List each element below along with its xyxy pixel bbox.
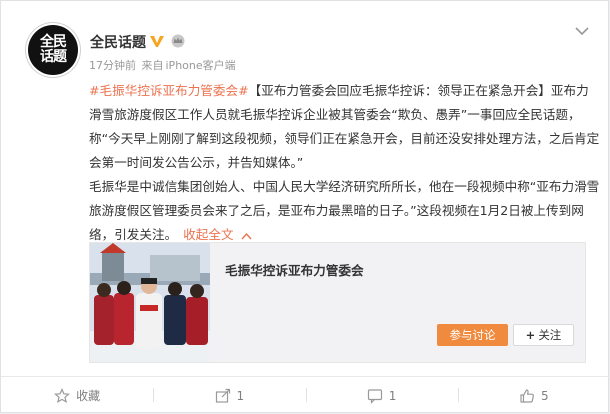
collapse-label: 收起全文 [183, 227, 234, 242]
join-discussion-button[interactable]: 参与讨论 [437, 324, 508, 346]
post-headline: 【亚布力管委会回应毛振华控诉：领导正在紧急开会】 [248, 83, 551, 98]
action-bar: 收藏 1 1 5 [1, 376, 610, 414]
chevron-up-icon [241, 232, 252, 239]
favorite-label: 收藏 [76, 389, 101, 403]
author-name[interactable]: 全民话题 [90, 32, 146, 52]
comment-button[interactable]: 1 [305, 377, 458, 414]
chevron-down-icon[interactable] [575, 26, 589, 36]
thumbs-up-icon [520, 388, 534, 403]
post-paragraph-1: #毛振华控诉亚布力管委会#【亚布力管委会回应毛振华控诉：领导正在紧急开会】亚布力… [89, 79, 601, 175]
share-icon [215, 388, 230, 403]
join-discussion-label: 参与讨论 [449, 328, 496, 342]
plus-icon: + [525, 328, 536, 342]
share-button[interactable]: 1 [153, 377, 305, 414]
post-source[interactable]: iPhone客户端 [166, 59, 236, 72]
like-count: 5 [541, 388, 549, 403]
share-count: 1 [236, 388, 245, 403]
follow-button[interactable]: + 关注 [513, 324, 574, 346]
post-time[interactable]: 17分钟前 [89, 59, 136, 72]
comment-count: 1 [388, 388, 397, 403]
post-body-2: 毛振华是中诚信集团创始人、中国人民大学经济研究所所长，他在一段视频中称“亚布力滑… [89, 179, 600, 242]
avatar-text-line-1: 全民 [40, 34, 67, 50]
collapse-link[interactable]: 收起全文 [183, 227, 252, 242]
like-button[interactable]: 5 [457, 377, 610, 414]
topic-card-title[interactable]: 毛振华控诉亚布力管委会 [225, 260, 364, 279]
hashtag-link[interactable]: #毛振华控诉亚布力管委会# [89, 83, 249, 98]
source-prefix: 来自 [141, 59, 164, 72]
favorite-button[interactable]: 收藏 [1, 377, 153, 414]
member-crown-icon[interactable] [170, 34, 186, 48]
weibo-post-card: 全民 话题 全民话题 17分钟前 来自 iPhone客户端 #毛振华控诉亚布力管委… [0, 0, 610, 414]
post-paragraph-2: 毛振华是中诚信集团创始人、中国人民大学经济研究所所长，他在一段视频中称“亚布力滑… [89, 175, 601, 247]
avatar[interactable]: 全民 话题 [28, 25, 78, 75]
avatar-text-line-2: 话题 [40, 49, 67, 65]
topic-card[interactable]: 毛振华控诉亚布力管委会 参与讨论 + 关注 [89, 242, 586, 363]
post-content: #毛振华控诉亚布力管委会#【亚布力管委会回应毛振华控诉：领导正在紧急开会】亚布力… [89, 79, 601, 247]
comment-icon [367, 388, 382, 404]
post-meta: 17分钟前 来自 iPhone客户端 [89, 57, 236, 73]
follow-label: 关注 [538, 328, 562, 342]
topic-thumbnail[interactable] [90, 243, 210, 362]
star-icon [54, 387, 71, 403]
topic-thumbnail-image [90, 243, 210, 362]
verified-v-icon[interactable] [149, 33, 165, 49]
